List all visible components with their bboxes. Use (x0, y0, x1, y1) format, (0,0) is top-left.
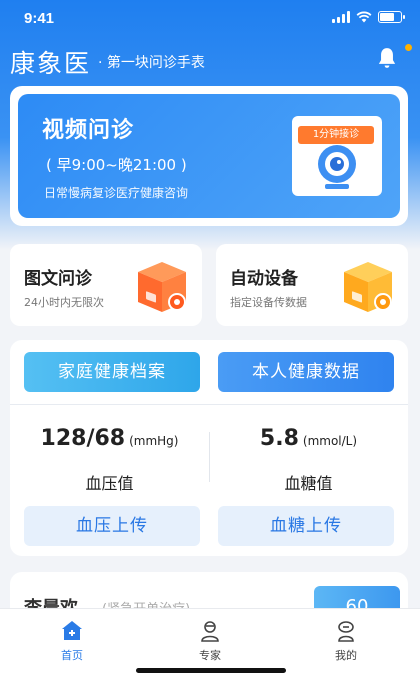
auto-device-box-icon (344, 262, 392, 312)
tab-mine-label: 我的 (335, 649, 357, 662)
auto-device-sub: 指定设备传数据 (230, 296, 307, 309)
video-consult-hours: ( 早9:00~晚21:00 ) (46, 156, 187, 174)
home-icon (62, 621, 82, 640)
app-slogan: · 第一块问诊手表 (98, 55, 205, 71)
blood-pressure-unit: (mmHg) (129, 434, 179, 448)
blood-pressure-value: 128/68 (40, 426, 126, 451)
doctor-icon (201, 621, 219, 642)
blood-sugar-unit: (mmol/L) (302, 434, 358, 448)
tab-mine[interactable]: 我的 (306, 619, 386, 663)
blood-sugar-upload-button[interactable]: 血糖上传 (218, 506, 394, 546)
tab-home[interactable]: 首页 (32, 619, 112, 663)
tab-home-label: 首页 (61, 649, 83, 662)
profile-icon (338, 621, 354, 642)
webcam-icon (318, 145, 356, 189)
image-consult-sub: 24小时内无限次 (24, 296, 104, 309)
video-consult-banner[interactable]: 视频问诊 ( 早9:00~晚21:00 ) 日常慢病复诊医疗健康咨询 1分钟接诊 (18, 94, 400, 218)
blood-sugar-value: 5.8 (259, 426, 299, 451)
image-consult-title: 图文问诊 (24, 269, 92, 289)
video-consult-title: 视频问诊 (42, 118, 135, 143)
status-icons (332, 11, 405, 23)
health-data-card: 家庭健康档案 本人健康数据 128/68 (mmHg) 5.8 (mmol/L) 血… (10, 340, 408, 556)
blood-sugar-label: 血糖值 (284, 474, 333, 493)
family-health-archive-button[interactable]: 家庭健康档案 (24, 352, 200, 392)
blood-pressure-label: 血压值 (85, 474, 134, 493)
video-consult-card[interactable]: 视频问诊 ( 早9:00~晚21:00 ) 日常慢病复诊医疗健康咨询 1分钟接诊 (10, 86, 408, 226)
notification-bell-icon[interactable] (374, 46, 400, 72)
tab-experts[interactable]: 专家 (170, 619, 250, 663)
home-indicator (136, 668, 286, 673)
bottom-tab-bar: 首页 专家 我的 (0, 608, 420, 689)
app-logo: 康象医 (10, 49, 92, 78)
tab-experts-label: 专家 (199, 649, 221, 662)
image-consult-card[interactable]: 图文问诊 24小时内无限次 (10, 244, 202, 326)
notification-dot (405, 44, 412, 51)
blood-pressure-reading: 128/68 (mmHg) (10, 426, 209, 451)
image-consult-box-icon (138, 262, 186, 312)
wifi-icon (356, 11, 372, 23)
blood-sugar-reading: 5.8 (mmol/L) (209, 426, 408, 451)
divider (10, 404, 408, 405)
cellular-signal-icon (332, 11, 350, 23)
status-bar: 9:41 (0, 0, 420, 36)
battery-icon (378, 11, 405, 23)
auto-device-card[interactable]: 自动设备 指定设备传数据 (216, 244, 408, 326)
webcam-illustration: 1分钟接诊 (292, 116, 382, 196)
video-consult-desc: 日常慢病复诊医疗健康咨询 (44, 186, 189, 200)
app-header: 康象医 · 第一块问诊手表 (0, 40, 420, 80)
status-time: 9:41 (24, 10, 55, 27)
auto-device-title: 自动设备 (230, 269, 298, 289)
personal-health-data-button[interactable]: 本人健康数据 (218, 352, 394, 392)
blood-pressure-upload-button[interactable]: 血压上传 (24, 506, 200, 546)
